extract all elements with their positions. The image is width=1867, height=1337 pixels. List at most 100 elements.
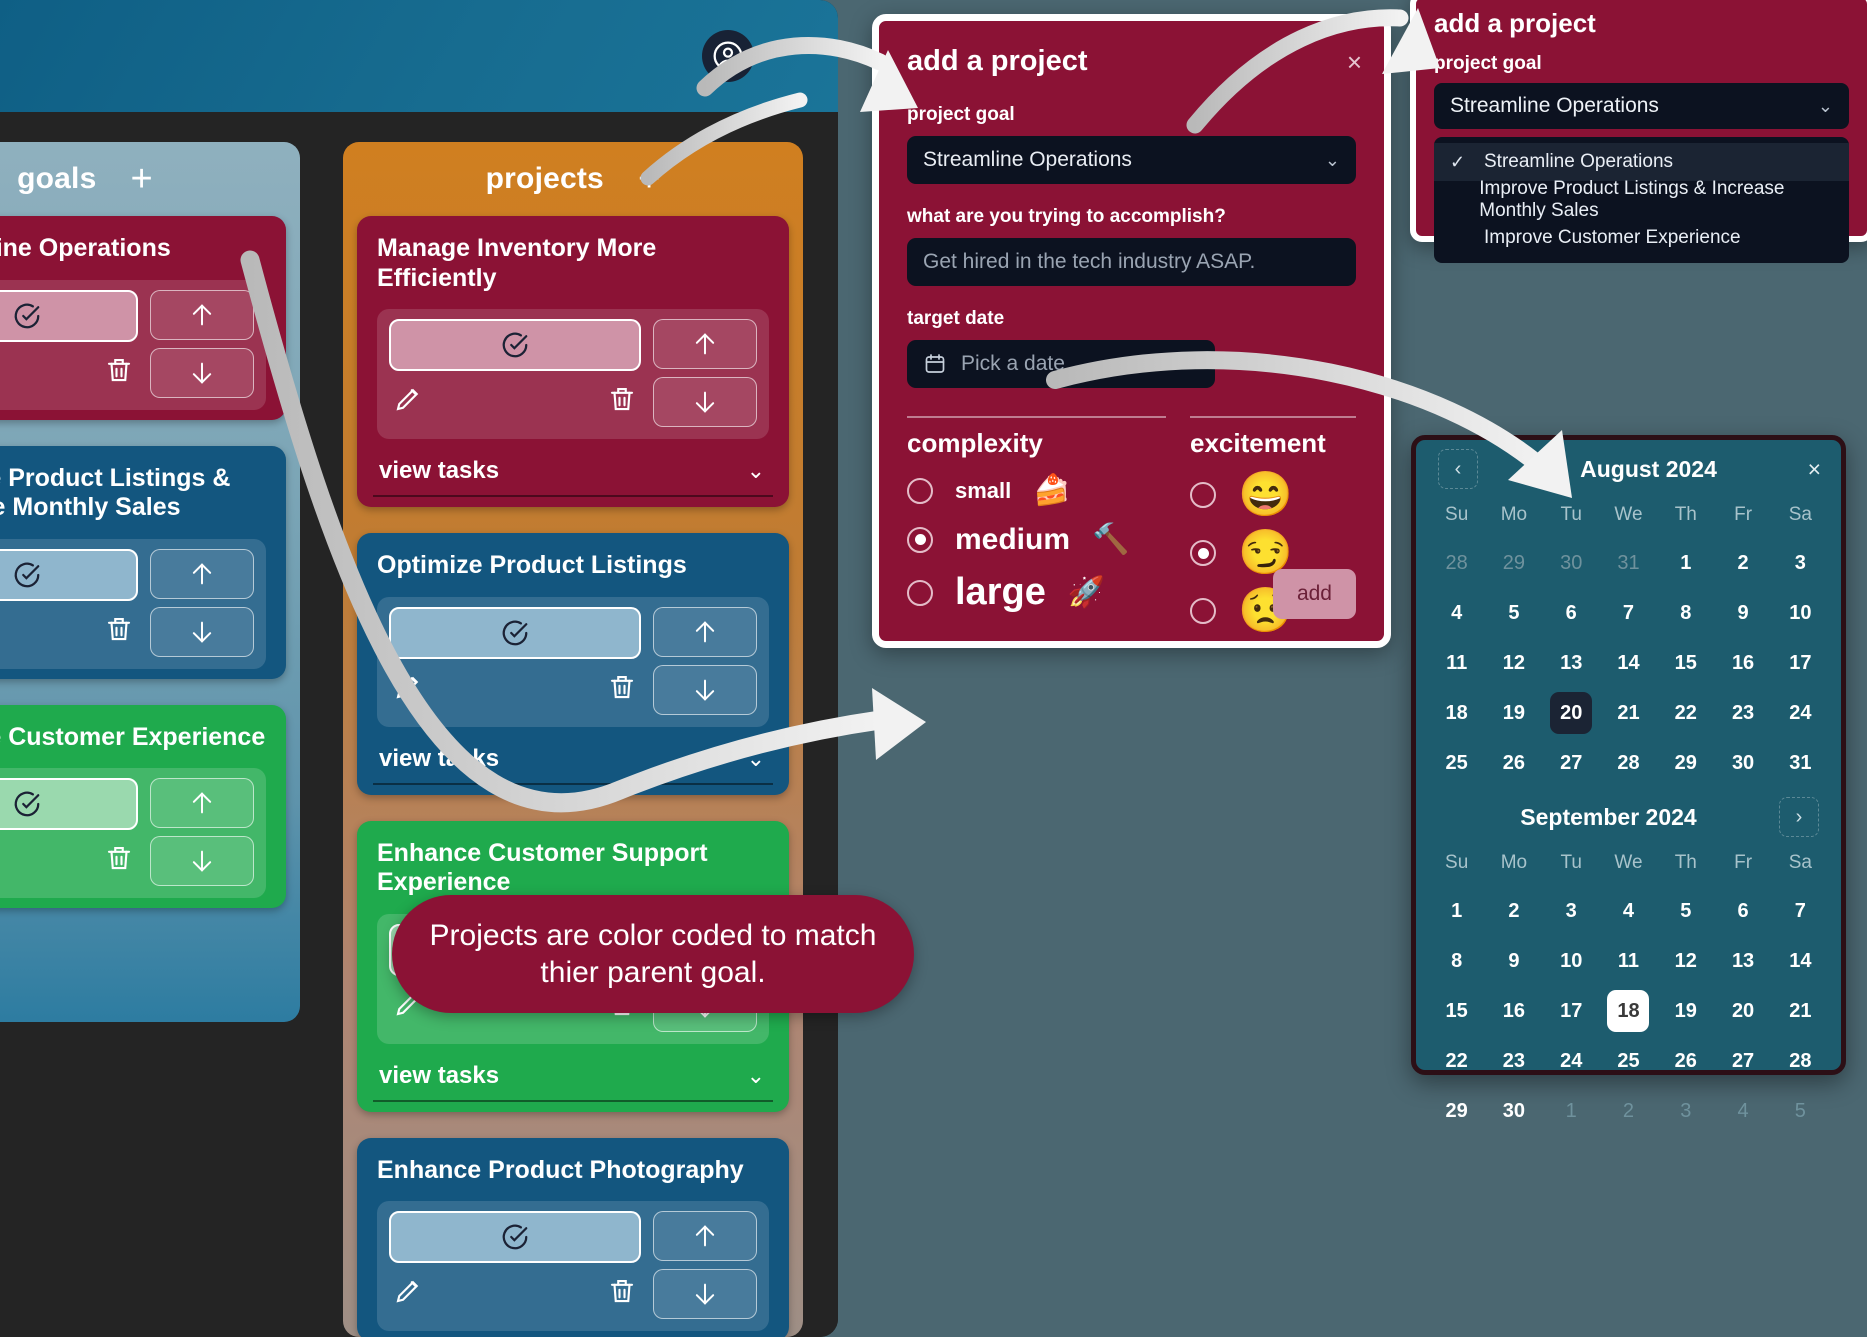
calendar-day[interactable]: 25 bbox=[1600, 1036, 1657, 1086]
calendar-day[interactable]: 26 bbox=[1485, 738, 1542, 788]
move-down-button[interactable] bbox=[150, 606, 254, 657]
excitement-option-happy[interactable]: 😄 bbox=[1190, 473, 1356, 517]
calendar-day[interactable]: 3 bbox=[1772, 538, 1829, 588]
move-down-button[interactable] bbox=[653, 1269, 757, 1319]
calendar-day[interactable]: 29 bbox=[1657, 738, 1714, 788]
calendar-day[interactable]: 18 bbox=[1600, 986, 1657, 1036]
complete-goal-button[interactable] bbox=[0, 289, 138, 342]
complete-project-button[interactable] bbox=[389, 1211, 641, 1263]
calendar-day[interactable]: 1 bbox=[1657, 538, 1714, 588]
accomplish-input[interactable]: Get hired in the tech industry ASAP. bbox=[907, 238, 1356, 286]
move-up-button[interactable] bbox=[653, 319, 757, 369]
view-tasks-toggle[interactable]: view tasks ⌄ bbox=[377, 727, 769, 783]
radio-excitement-happy[interactable] bbox=[1190, 482, 1216, 508]
calendar-day[interactable]: 24 bbox=[1543, 1036, 1600, 1086]
view-tasks-toggle[interactable]: view tasks ⌄ bbox=[377, 439, 769, 495]
calendar-day[interactable]: 24 bbox=[1772, 688, 1829, 738]
calendar-day[interactable]: 8 bbox=[1428, 936, 1485, 986]
calendar-day[interactable]: 3 bbox=[1543, 886, 1600, 936]
add-button[interactable]: add bbox=[1272, 569, 1356, 619]
calendar-day[interactable]: 27 bbox=[1714, 1036, 1771, 1086]
calendar-day[interactable]: 23 bbox=[1485, 1036, 1542, 1086]
calendar-day[interactable]: 23 bbox=[1714, 688, 1771, 738]
prev-month-button[interactable]: ‹ bbox=[1438, 449, 1478, 489]
add-goal-button[interactable]: + bbox=[130, 160, 152, 198]
calendar-day[interactable]: 18 bbox=[1428, 688, 1485, 738]
calendar-day[interactable]: 20 bbox=[1714, 986, 1771, 1036]
complexity-option-medium[interactable]: medium 🔨 bbox=[907, 522, 1166, 557]
pick-a-date-button[interactable]: Pick a date bbox=[907, 340, 1215, 388]
move-down-button[interactable] bbox=[150, 836, 254, 886]
calendar-day[interactable]: 31 bbox=[1772, 738, 1829, 788]
calendar-day[interactable]: 13 bbox=[1543, 638, 1600, 688]
project-card[interactable]: Optimize Product Listings view tasks ⌄ bbox=[357, 533, 789, 795]
calendar-day[interactable]: 22 bbox=[1657, 688, 1714, 738]
calendar-day[interactable]: 5 bbox=[1657, 886, 1714, 936]
complexity-option-small[interactable]: small 🍰 bbox=[907, 473, 1166, 508]
calendar-day[interactable]: 27 bbox=[1543, 738, 1600, 788]
goal-option-improve-customer-experience[interactable]: Improve Customer Experience bbox=[1434, 219, 1849, 257]
calendar-day[interactable]: 2 bbox=[1714, 538, 1771, 588]
calendar-day[interactable]: 2 bbox=[1485, 886, 1542, 936]
goal-card[interactable]: Streamline Operations bbox=[0, 216, 286, 420]
calendar-day[interactable]: 11 bbox=[1428, 638, 1485, 688]
goal-card[interactable]: Improve Customer Experience bbox=[0, 704, 286, 908]
complete-project-button[interactable] bbox=[389, 319, 641, 371]
move-up-button[interactable] bbox=[653, 1211, 757, 1261]
goal-option-streamline-operations[interactable]: ✓ Streamline Operations bbox=[1434, 143, 1849, 181]
move-up-button[interactable] bbox=[150, 778, 254, 828]
calendar-day[interactable]: 7 bbox=[1600, 588, 1657, 638]
calendar-grid-september[interactable]: Su Mo Tu We Th Fr Sa 1 2 3 4 5 6 7 8 9 10 11 12 13 14 15 16 17 1… bbox=[1416, 846, 1841, 1136]
calendar-day[interactable]: 17 bbox=[1543, 986, 1600, 1036]
calendar-day[interactable]: 16 bbox=[1714, 638, 1771, 688]
calendar-day[interactable]: 16 bbox=[1485, 986, 1542, 1036]
calendar-day[interactable]: 9 bbox=[1485, 936, 1542, 986]
goal-select-trigger[interactable]: Streamline Operations ⌄ bbox=[1434, 83, 1849, 129]
calendar-day[interactable]: 19 bbox=[1485, 688, 1542, 738]
calendar-day[interactable]: 12 bbox=[1485, 638, 1542, 688]
calendar-day[interactable]: 14 bbox=[1600, 638, 1657, 688]
close-icon[interactable]: × bbox=[1808, 456, 1821, 483]
calendar-day[interactable]: 30 bbox=[1714, 738, 1771, 788]
close-icon[interactable]: × bbox=[1347, 49, 1362, 75]
calendar-day[interactable]: 20 bbox=[1543, 688, 1600, 738]
calendar-day[interactable]: 21 bbox=[1772, 986, 1829, 1036]
calendar-day[interactable]: 6 bbox=[1543, 588, 1600, 638]
calendar-day[interactable]: 4 bbox=[1428, 588, 1485, 638]
next-month-button[interactable]: › bbox=[1779, 797, 1819, 837]
complete-project-button[interactable] bbox=[389, 606, 641, 659]
radio-small[interactable] bbox=[907, 477, 933, 504]
calendar-day[interactable]: 19 bbox=[1657, 986, 1714, 1036]
calendar-day[interactable]: 26 bbox=[1657, 1036, 1714, 1086]
radio-excitement-sad[interactable] bbox=[1190, 598, 1216, 624]
calendar-day[interactable]: 13 bbox=[1714, 936, 1771, 986]
project-card[interactable]: Manage Inventory More Efficiently view t… bbox=[357, 216, 789, 507]
calendar-day[interactable]: 8 bbox=[1657, 588, 1714, 638]
radio-medium[interactable] bbox=[907, 526, 933, 553]
calendar-day[interactable]: 15 bbox=[1657, 638, 1714, 688]
calendar-day[interactable]: 10 bbox=[1543, 936, 1600, 986]
calendar-day[interactable]: 5 bbox=[1485, 588, 1542, 638]
goal-option-improve-product-listings[interactable]: Improve Product Listings & Increase Mont… bbox=[1434, 178, 1849, 221]
calendar-day[interactable]: 28 bbox=[1772, 1036, 1829, 1086]
view-tasks-toggle[interactable]: view tasks ⌄ bbox=[377, 1044, 769, 1100]
radio-excitement-smirk[interactable] bbox=[1190, 540, 1216, 566]
move-up-button[interactable] bbox=[150, 548, 254, 599]
radio-large[interactable] bbox=[907, 579, 933, 606]
project-card[interactable]: Enhance Product Photography bbox=[357, 1137, 789, 1337]
calendar-day[interactable]: 11 bbox=[1600, 936, 1657, 986]
project-goal-select[interactable]: Streamline Operations ⌄ bbox=[907, 136, 1356, 184]
calendar-day[interactable]: 9 bbox=[1714, 588, 1771, 638]
move-up-button[interactable] bbox=[653, 606, 757, 657]
goal-card[interactable]: Improve Product Listings & Increase Mont… bbox=[0, 445, 286, 679]
calendar-day[interactable]: 29 bbox=[1428, 1086, 1485, 1136]
calendar-day[interactable]: 25 bbox=[1428, 738, 1485, 788]
complete-goal-button[interactable] bbox=[0, 548, 138, 601]
complete-goal-button[interactable] bbox=[0, 778, 138, 830]
calendar-day[interactable]: 15 bbox=[1428, 986, 1485, 1036]
calendar-day[interactable]: 22 bbox=[1428, 1036, 1485, 1086]
calendar-day[interactable]: 12 bbox=[1657, 936, 1714, 986]
add-project-button[interactable]: + bbox=[638, 160, 660, 198]
calendar-day[interactable]: 7 bbox=[1772, 886, 1829, 936]
calendar-day[interactable]: 28 bbox=[1600, 738, 1657, 788]
